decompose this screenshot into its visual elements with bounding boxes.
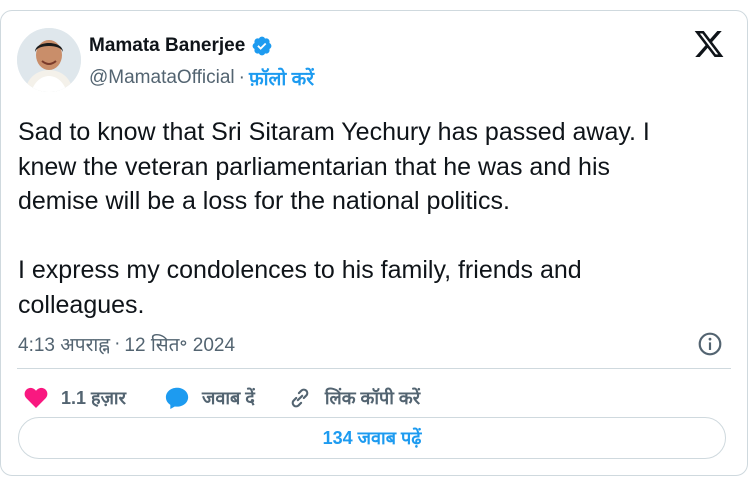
copy-link-label: लिंक कॉपी करें bbox=[324, 388, 421, 408]
avatar[interactable] bbox=[17, 28, 81, 92]
avatar-image bbox=[17, 28, 81, 92]
follow-button[interactable]: फ़ॉलो करें bbox=[249, 65, 314, 91]
tweet-time: 4:13 अपराह्न bbox=[18, 335, 111, 356]
like-count: 1.1 हज़ार bbox=[61, 388, 126, 408]
info-icon[interactable] bbox=[697, 331, 723, 357]
author-name-row: Mamata Banerjee bbox=[89, 35, 273, 57]
link-icon bbox=[291, 388, 309, 408]
like-button[interactable]: 1.1 हज़ार bbox=[23, 385, 126, 411]
author-handle[interactable]: @MamataOfficial bbox=[89, 67, 235, 89]
reply-button[interactable]: जवाब दें bbox=[164, 385, 255, 411]
x-logo-icon[interactable] bbox=[693, 28, 725, 60]
separator-dot: · bbox=[238, 67, 245, 88]
author-display-name[interactable]: Mamata Banerjee bbox=[89, 35, 245, 57]
tweet-text: Sad to know that Sri Sitaram Yechury has… bbox=[18, 118, 650, 319]
reply-bubble-icon bbox=[165, 387, 189, 410]
tweet-timestamp[interactable]: 4:13 अपराह्न · 12 सित॰ 2024 bbox=[18, 331, 235, 357]
reply-label: जवाब दें bbox=[201, 388, 255, 408]
author-handle-row: @MamataOfficial · फ़ॉलो करें bbox=[89, 65, 314, 91]
heart-icon bbox=[24, 387, 48, 408]
copy-link-button[interactable]: लिंक कॉपी करें bbox=[287, 385, 420, 411]
divider bbox=[17, 368, 731, 369]
action-bar: 1.1 हज़ार जवाब दें लिंक कॉपी करें bbox=[23, 385, 420, 411]
verified-badge-icon bbox=[252, 36, 272, 56]
timestamp-separator: · bbox=[114, 333, 121, 354]
tweet-date: 12 सित॰ 2024 bbox=[124, 335, 236, 356]
tweet-card: Mamata Banerjee @MamataOfficial · फ़ॉलो … bbox=[0, 10, 748, 476]
read-replies-button[interactable]: 134 जवाब पढ़ें bbox=[18, 417, 726, 459]
